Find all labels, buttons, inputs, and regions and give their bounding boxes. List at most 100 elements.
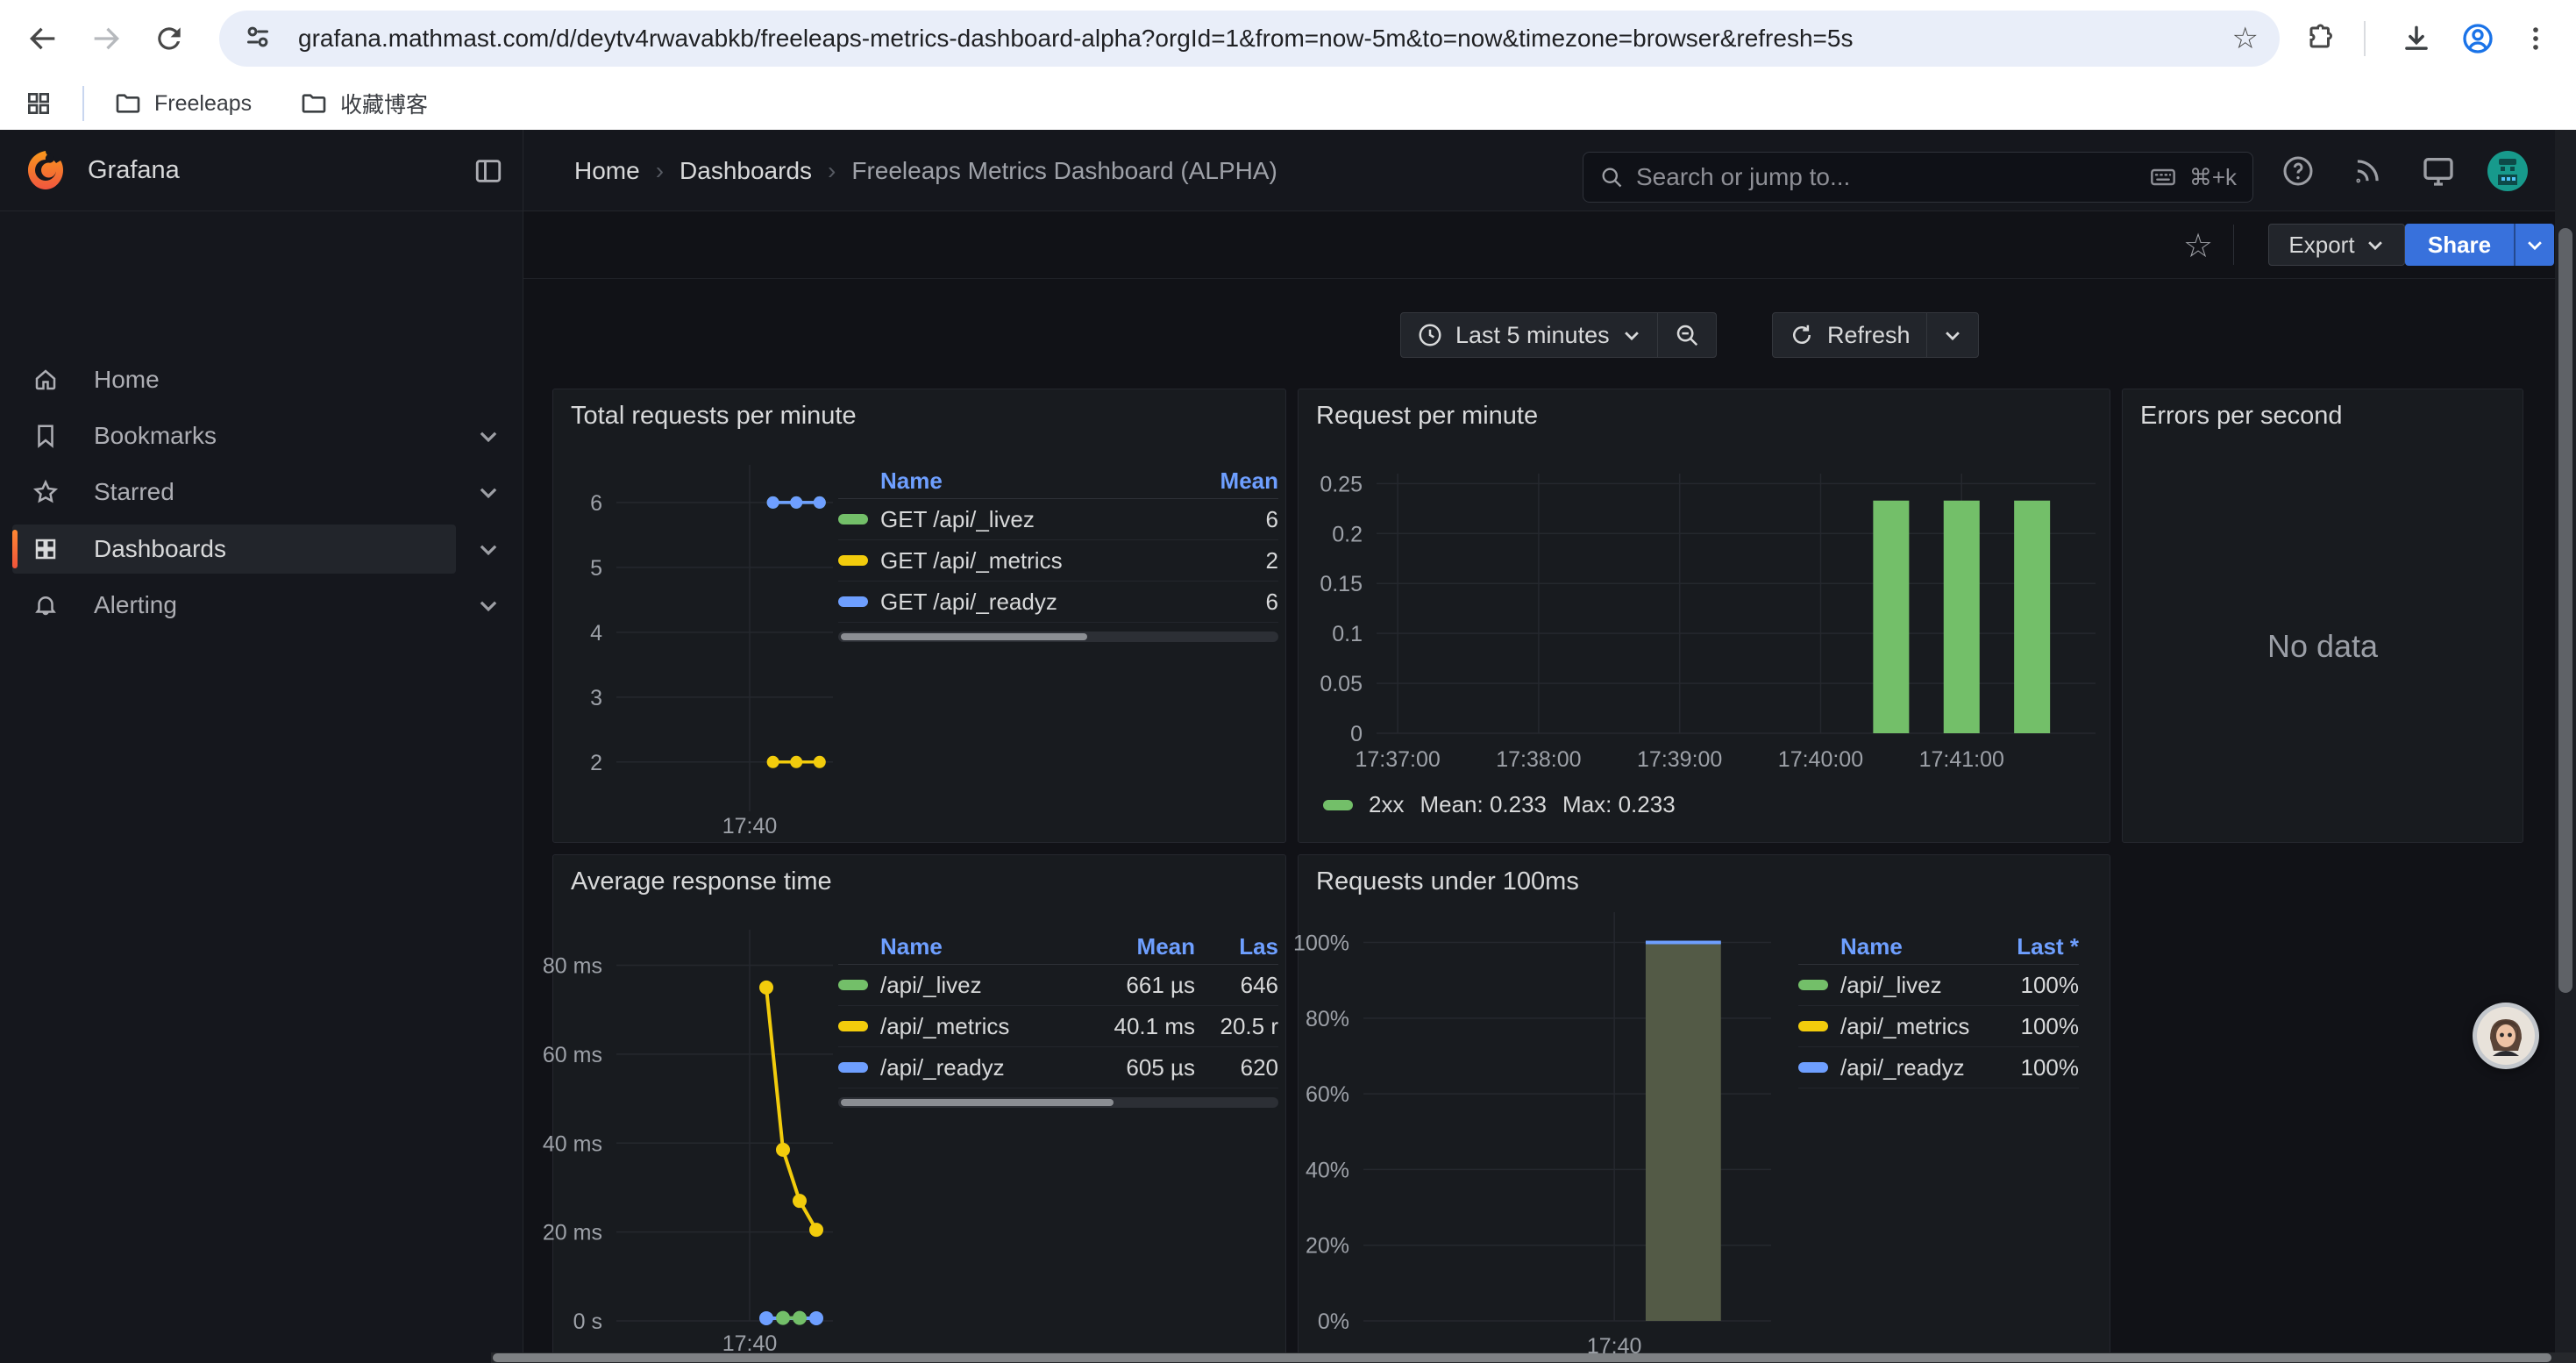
bookmark-folder-freeleaps[interactable]: Freeleaps <box>102 86 264 121</box>
legend-col-last[interactable]: Las <box>1195 933 1278 960</box>
refresh-interval-button[interactable] <box>1926 313 1978 357</box>
series-swatch <box>1798 1062 1828 1073</box>
scrollbar-thumb[interactable] <box>2558 228 2572 993</box>
browser-menu-icon[interactable] <box>2516 19 2555 58</box>
search-input[interactable]: Search or jump to... ⌘+k <box>1583 152 2253 203</box>
vertical-scrollbar[interactable] <box>2555 130 2576 1363</box>
legend-row[interactable]: /api/_metrics 40.1 ms 20.5 r <box>838 1006 1278 1047</box>
toolbar-divider <box>2233 225 2234 265</box>
folder-icon <box>114 89 142 118</box>
legend-row[interactable]: /api/_livez 661 µs 646 <box>838 965 1278 1006</box>
sidebar-toggle-icon[interactable] <box>473 156 503 186</box>
bookmark-label: 收藏博客 <box>340 88 428 119</box>
legend-line[interactable]: 2xx Mean: 0.233 Max: 0.233 <box>1323 791 1676 818</box>
sidebar-item-dashboards[interactable]: Dashboards <box>12 525 456 574</box>
share-button[interactable]: Share <box>2405 224 2554 266</box>
panel-title[interactable]: Errors per second <box>2140 402 2343 431</box>
chevron-down-icon <box>2525 235 2544 254</box>
panel-title[interactable]: Request per minute <box>1316 402 1538 431</box>
legend-row[interactable]: /api/_livez 100% <box>1798 965 2079 1006</box>
breadcrumb-home[interactable]: Home <box>574 157 640 185</box>
zoom-out-button[interactable] <box>1657 313 1716 357</box>
chevron-down-icon[interactable] <box>475 536 502 562</box>
forward-button[interactable] <box>87 19 125 58</box>
series-swatch <box>1323 800 1353 810</box>
apps-grid-icon[interactable] <box>19 84 58 123</box>
legend-row[interactable]: /api/_metrics 100% <box>1798 1006 2079 1047</box>
legend-header: Name Last * <box>1798 930 2079 965</box>
refresh-button[interactable]: Refresh <box>1773 313 1926 357</box>
time-range-picker[interactable]: Last 5 minutes <box>1401 313 1657 357</box>
grafana-logo-icon[interactable] <box>25 149 67 191</box>
browser-toolbar: grafana.mathmast.com/d/deytv4rwavabkb/fr… <box>0 0 2576 77</box>
sidebar-item-starred[interactable]: Starred <box>12 467 456 517</box>
user-avatar[interactable] <box>2487 151 2528 191</box>
url-text[interactable]: grafana.mathmast.com/d/deytv4rwavabkb/fr… <box>298 25 2232 53</box>
time-range-controls: Last 5 minutes <box>1400 312 1717 358</box>
sidebar-item-alerting[interactable]: Alerting <box>12 581 456 630</box>
legend-scrollbar[interactable] <box>838 632 1278 642</box>
chevron-down-icon <box>1943 325 1962 345</box>
floating-assistant-avatar[interactable] <box>2473 1003 2539 1069</box>
legend-scrollbar[interactable] <box>838 1097 1278 1108</box>
panel-request-per-minute[interactable]: Request per minute 2xx Mean: 0.233 Max: … <box>1298 389 2110 843</box>
export-button[interactable]: Export <box>2268 224 2405 266</box>
series-swatch <box>1798 980 1828 990</box>
bookmark-folder-blogs[interactable]: 收藏博客 <box>288 86 440 121</box>
series-swatch <box>838 514 868 525</box>
favorite-star-icon[interactable]: ☆ <box>2183 226 2213 266</box>
panel-title[interactable]: Average response time <box>571 867 832 896</box>
legend-col-mean[interactable]: Mean <box>1173 467 1278 495</box>
folder-icon <box>300 89 328 118</box>
dashboards-grid-icon <box>32 536 59 562</box>
scrollbar-thumb[interactable] <box>493 1353 2551 1362</box>
legend-row[interactable]: /api/_readyz 605 µs 620 <box>838 1047 1278 1088</box>
sidebar-item-home[interactable]: Home <box>12 355 456 404</box>
breadcrumb-current: Freeleaps Metrics Dashboard (ALPHA) <box>851 157 1277 185</box>
monitor-icon[interactable] <box>2418 151 2459 191</box>
panel-requests-under-100ms[interactable]: Requests under 100ms Name Last * /api/_l… <box>1298 854 2110 1363</box>
series-swatch <box>838 980 868 990</box>
legend-row[interactable]: GET /api/_metrics 2 <box>838 540 1278 582</box>
panel-average-response-time[interactable]: Average response time Name Mean Las /api… <box>552 854 1286 1363</box>
extensions-icon[interactable] <box>2302 19 2341 58</box>
reload-button[interactable] <box>150 19 189 58</box>
site-settings-icon[interactable] <box>242 21 274 57</box>
horizontal-scrollbar[interactable] <box>491 1352 2576 1363</box>
news-rss-icon[interactable] <box>2347 151 2387 191</box>
legend-col-last[interactable]: Last * <box>1982 933 2079 960</box>
chevron-down-icon[interactable] <box>475 423 502 449</box>
grafana-app: Grafana Home Bookmarks <box>0 130 2576 1363</box>
panel-errors-per-second[interactable]: Errors per second No data <box>2122 389 2523 843</box>
legend-col-name[interactable]: Name <box>880 467 1173 495</box>
search-icon <box>1599 165 1624 189</box>
chevron-down-icon <box>2366 235 2385 254</box>
legend-table: Name Mean Las /api/_livez 661 µs 646 /ap… <box>838 930 1278 1108</box>
legend-row[interactable]: /api/_readyz 100% <box>1798 1047 2079 1088</box>
bookmark-label: Freeleaps <box>154 91 252 117</box>
bookmark-star-icon[interactable]: ☆ <box>2232 21 2259 56</box>
legend-row[interactable]: GET /api/_readyz 6 <box>838 582 1278 623</box>
panel-total-requests-per-minute[interactable]: Total requests per minute Name Mean GET … <box>552 389 1286 843</box>
chevron-down-icon[interactable] <box>475 479 502 505</box>
url-bar[interactable]: grafana.mathmast.com/d/deytv4rwavabkb/fr… <box>219 11 2280 67</box>
panel-title[interactable]: Requests under 100ms <box>1316 867 1579 896</box>
legend-col-name[interactable]: Name <box>880 933 1046 960</box>
help-icon[interactable] <box>2278 151 2318 191</box>
legend-col-mean[interactable]: Mean <box>1046 933 1195 960</box>
series-swatch <box>838 596 868 607</box>
legend-row[interactable]: GET /api/_livez 6 <box>838 499 1278 540</box>
chevron-down-icon <box>1622 325 1641 345</box>
chevron-down-icon[interactable] <box>475 592 502 618</box>
downloads-icon[interactable] <box>2397 19 2436 58</box>
sidebar-item-bookmarks[interactable]: Bookmarks <box>12 411 456 460</box>
grafana-sidebar: Grafana Home Bookmarks <box>0 130 523 1363</box>
panel-title[interactable]: Total requests per minute <box>571 402 857 431</box>
grafana-brand[interactable]: Grafana <box>88 130 180 211</box>
keyboard-icon <box>2149 163 2177 191</box>
share-menu-button[interactable] <box>2514 224 2554 266</box>
back-button[interactable] <box>24 19 62 58</box>
legend-col-name[interactable]: Name <box>1840 933 1982 960</box>
breadcrumb-dashboards[interactable]: Dashboards <box>680 157 812 185</box>
profile-avatar-icon[interactable] <box>2459 19 2497 58</box>
